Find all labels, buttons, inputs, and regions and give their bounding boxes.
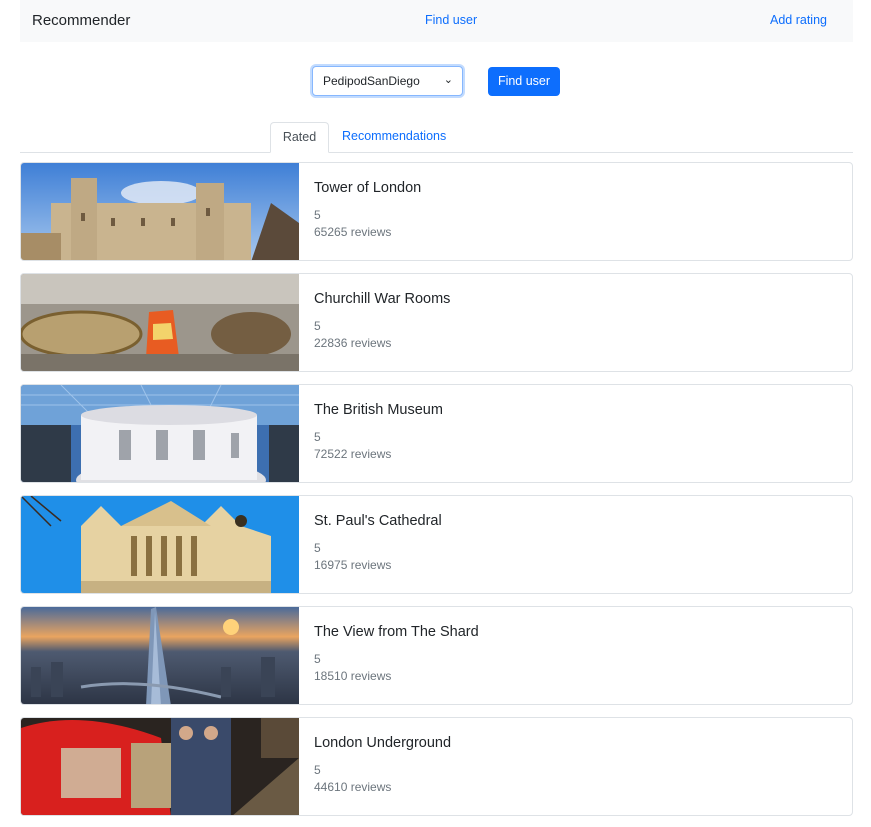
churchill-war-rooms-photo (21, 274, 299, 371)
place-card[interactable]: The View from The Shard 5 18510 reviews (20, 606, 853, 705)
place-rating: 5 (314, 319, 321, 333)
place-review-count: 16975 reviews (314, 558, 392, 572)
london-underground-photo (21, 718, 299, 815)
place-card[interactable]: The British Museum 5 72522 reviews (20, 384, 853, 483)
place-review-count: 65265 reviews (314, 225, 392, 239)
place-rating: 5 (314, 208, 321, 222)
place-review-count: 44610 reviews (314, 780, 392, 794)
place-rating: 5 (314, 430, 321, 444)
tab-rated[interactable]: Rated (270, 122, 329, 153)
place-title: The British Museum (314, 402, 443, 418)
place-card[interactable]: St. Paul's Cathedral 5 16975 reviews (20, 495, 853, 594)
tab-bar: Rated Recommendations (20, 122, 853, 153)
place-card[interactable]: London Underground 5 44610 reviews (20, 717, 853, 816)
place-rating: 5 (314, 763, 321, 777)
place-rating: 5 (314, 541, 321, 555)
place-title: Churchill War Rooms (314, 291, 451, 307)
place-review-count: 72522 reviews (314, 447, 392, 461)
tab-recommendations[interactable]: Recommendations (330, 122, 458, 153)
find-user-button[interactable]: Find user (488, 67, 560, 96)
place-title: London Underground (314, 735, 452, 751)
place-title: Tower of London (314, 180, 422, 196)
nav-add-rating-link[interactable]: Add rating (770, 13, 827, 27)
place-review-count: 18510 reviews (314, 669, 392, 683)
selected-user-value: PedipodSanDiego (323, 74, 420, 88)
british-museum-photo (21, 385, 299, 482)
nav-find-user-link[interactable]: Find user (425, 13, 477, 27)
brand-title[interactable]: Recommender (32, 12, 130, 29)
user-select[interactable]: PedipodSanDiego ⌄ (312, 66, 463, 96)
place-card[interactable]: Tower of London 5 65265 reviews (20, 162, 853, 261)
shard-view-photo (21, 607, 299, 704)
navbar: Recommender Find user Add rating (20, 0, 853, 42)
place-card[interactable]: Churchill War Rooms 5 22836 reviews (20, 273, 853, 372)
place-title: St. Paul's Cathedral (314, 513, 442, 529)
place-title: The View from The Shard (314, 624, 479, 640)
chevron-down-icon: ⌄ (443, 74, 453, 86)
place-review-count: 22836 reviews (314, 336, 392, 350)
tower-of-london-photo (21, 163, 299, 260)
st-pauls-cathedral-photo (21, 496, 299, 593)
place-rating: 5 (314, 652, 321, 666)
